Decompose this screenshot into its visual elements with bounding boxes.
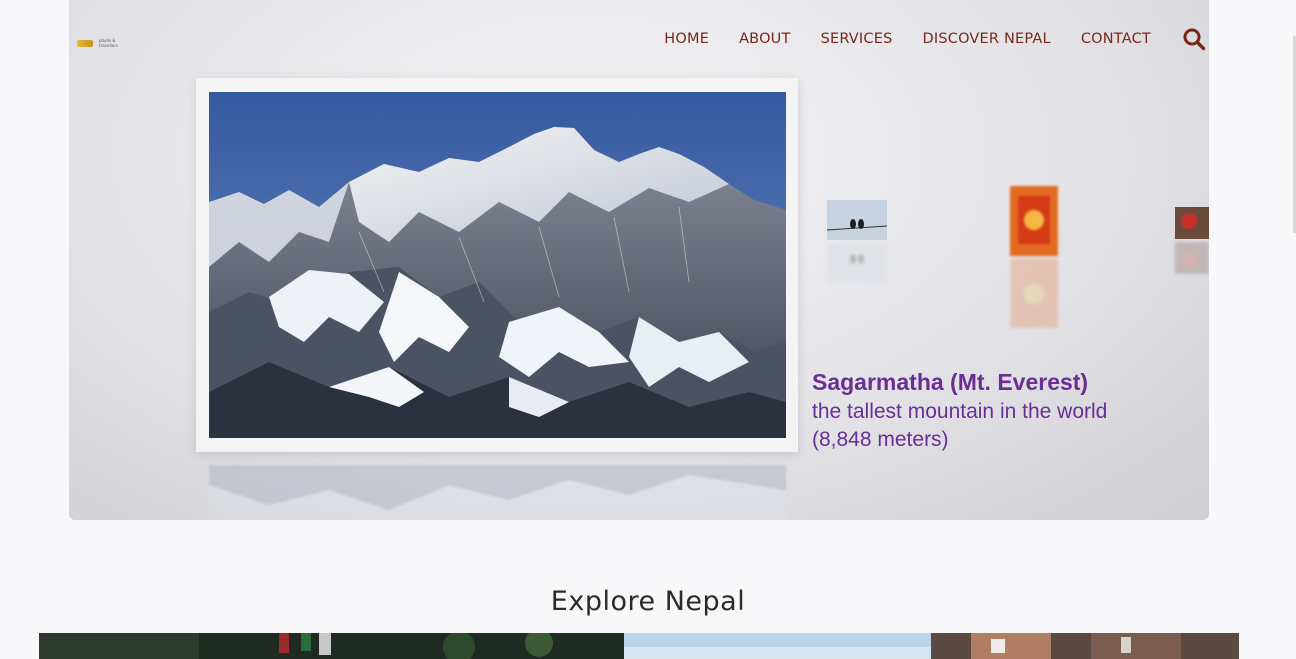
thumbnail-people-reflection xyxy=(1175,242,1209,274)
thumbnail-shrine-reflection xyxy=(1010,258,1058,328)
logo-line-2: travellers xyxy=(99,43,118,48)
nav-discover-nepal[interactable]: DISCOVER NEPAL xyxy=(923,31,1051,47)
gallery-tile-building[interactable] xyxy=(931,633,1239,659)
featured-photo-reflection xyxy=(209,465,786,520)
gallery-tile-forest[interactable] xyxy=(39,633,624,659)
explore-nepal-heading: Explore Nepal xyxy=(550,586,746,617)
search-button[interactable] xyxy=(1181,26,1207,52)
nav-home[interactable]: HOME xyxy=(664,31,709,47)
thumbnail-shrine[interactable] xyxy=(1010,186,1058,256)
nav-services[interactable]: SERVICES xyxy=(821,31,893,47)
featured-photo-frame xyxy=(196,78,798,452)
thumbnail-people[interactable] xyxy=(1175,207,1209,239)
gallery-tile-sky[interactable] xyxy=(624,633,931,659)
slide-caption-title: Sagarmatha (Mt. Everest) xyxy=(812,369,1089,395)
nav-contact[interactable]: CONTACT xyxy=(1081,31,1151,47)
logo-text: phyllo & travellers xyxy=(99,38,118,48)
search-icon xyxy=(1183,28,1206,51)
nav-about[interactable]: ABOUT xyxy=(739,31,791,47)
everest-photo xyxy=(209,92,786,438)
explore-gallery xyxy=(39,633,1239,659)
site-logo[interactable]: phyllo & travellers xyxy=(77,38,119,50)
hero-slideshow: phyllo & travellers HOME ABOUT SERVICES … xyxy=(69,0,1209,520)
main-nav: HOME ABOUT SERVICES DISCOVER NEPAL CONTA… xyxy=(664,26,1209,52)
thumbnail-birds[interactable] xyxy=(827,200,887,240)
thumbnail-birds-reflection xyxy=(827,243,887,283)
mountain-image xyxy=(209,92,786,438)
logo-mark xyxy=(77,40,93,47)
slide-caption-subtitle: the tallest mountain in the world (8,848… xyxy=(812,400,1108,451)
